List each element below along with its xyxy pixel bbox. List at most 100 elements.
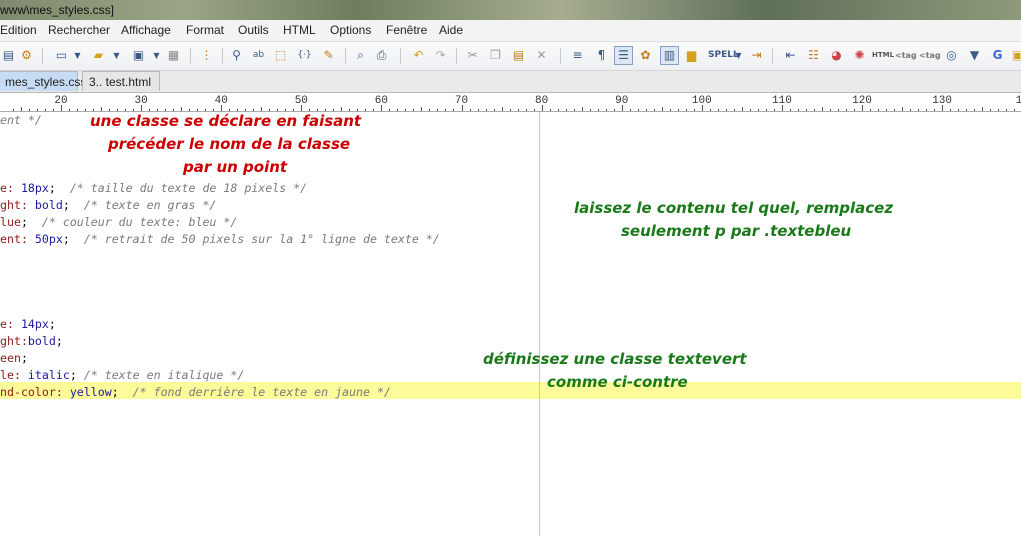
menu-options[interactable]: Options (330, 23, 371, 37)
ruler-tick (61, 105, 62, 111)
print-preview-icon[interactable]: ⌕ (352, 47, 369, 64)
bookmark-icon[interactable]: ✎ (320, 47, 337, 64)
ruler-tick (53, 109, 54, 111)
lock-icon[interactable]: ▆ (683, 47, 700, 64)
ruler-label: 14 (1015, 95, 1021, 107)
code-line[interactable]: ght: bold; /* texte en gras */ (0, 197, 216, 214)
show-spaces-icon[interactable]: ☰ (614, 46, 633, 65)
ruler-tick (245, 109, 246, 111)
code-line[interactable]: lue; /* couleur du texte: bleu */ (0, 214, 237, 231)
menu-fenetre[interactable]: Fenêtre (386, 23, 427, 37)
print-icon[interactable]: ⎙ (373, 47, 390, 64)
annotation-replace-line-2: seulement p par .textebleu (621, 222, 852, 240)
list-icon[interactable]: ☷ (805, 47, 822, 64)
gears-icon[interactable]: ⚙ (18, 47, 35, 64)
redo-icon[interactable]: ↷ (432, 47, 449, 64)
code-line[interactable]: ent: 50px; /* retrait de 50 pixels sur l… (0, 231, 440, 248)
ruler-tick (998, 109, 999, 111)
save-all-icon[interactable]: ▦ (165, 47, 182, 64)
ruler-tick (277, 109, 278, 111)
google-icon[interactable]: G (989, 47, 1006, 64)
ruler-tick (133, 109, 134, 111)
ruler-tick (526, 109, 527, 111)
tab-label: mes_styles.css (5, 75, 87, 89)
ruler-tick (373, 109, 374, 111)
code-line[interactable]: e: 18px; /* taille du texte de 18 pixels… (0, 180, 307, 197)
ruler-tick (886, 109, 887, 111)
menu-format[interactable]: Format (186, 23, 224, 37)
code-token: ent: (0, 232, 35, 246)
paste-icon[interactable]: ▤ (510, 47, 527, 64)
filter-icon[interactable]: ▼ (966, 47, 983, 64)
arrow-icon[interactable]: ⇥ (748, 47, 765, 64)
ruler-tick (846, 109, 847, 111)
brackets-icon[interactable]: {·} (296, 47, 313, 64)
find-files-icon[interactable]: ⬚ (272, 47, 289, 64)
menu-affichage[interactable]: Affichage (121, 23, 171, 37)
menu-html[interactable]: HTML (283, 23, 316, 37)
menu-rechercher[interactable]: Rechercher (48, 23, 110, 37)
code-token: /* taille du texte de 18 pixels */ (69, 181, 308, 195)
toolbar-separator (222, 48, 223, 64)
menu-aide[interactable]: Aide (439, 23, 463, 37)
spell-icon[interactable]: SPELL (708, 47, 739, 64)
word-wrap-icon[interactable]: ≡ (569, 47, 586, 64)
ruler-tick (606, 109, 607, 111)
tags-icon[interactable]: ✿ (637, 47, 654, 64)
pilcrow-icon[interactable]: ¶ (593, 47, 610, 64)
code-token: /* couleur du texte: bleu */ (41, 215, 238, 229)
ruler-tick (421, 107, 422, 111)
code-line[interactable]: ent */ (0, 112, 42, 129)
ruler-tick (966, 109, 967, 111)
open-folder-icon[interactable]: ▰ (90, 47, 107, 64)
title-bar: www\mes_styles.css] (0, 0, 1021, 20)
ruler-tick (117, 109, 118, 111)
open-dropdown-icon[interactable]: ▼ (108, 47, 125, 64)
search-icon[interactable]: ⚲ (228, 47, 245, 64)
annotation-class-line-1: une classe se déclare en faisant (90, 112, 362, 130)
code-line[interactable]: nd-color: yellow; /* fond derrière le te… (0, 384, 391, 401)
char-map-icon[interactable]: ✺ (851, 47, 868, 64)
delete-icon[interactable]: ✕ (533, 47, 550, 64)
code-line[interactable]: e: 14px; (0, 316, 56, 333)
tab-test-html[interactable]: 3.. test.html (82, 71, 160, 91)
tab-mes-styles[interactable]: mes_styles.css (0, 71, 86, 91)
undo-icon[interactable]: ↶ (410, 47, 427, 64)
ruler-tick (742, 107, 743, 111)
code-line[interactable]: le: italic; /* texte en italique */ (0, 367, 244, 384)
ruler-tick (77, 109, 78, 111)
spell-dropdown-icon[interactable]: ▼ (730, 47, 747, 64)
tag-close-icon[interactable]: <tag (919, 47, 941, 64)
globe-icon[interactable]: ◎ (943, 47, 960, 64)
ruler-tick (766, 109, 767, 111)
annotation-class-line-2: précéder le nom de la classe (108, 135, 351, 153)
menu-outils[interactable]: Outils (238, 23, 269, 37)
cut-icon[interactable]: ✂ (464, 47, 481, 64)
document-icon[interactable]: ▤ (0, 47, 17, 64)
save-dropdown-icon[interactable]: ▼ (148, 47, 165, 64)
right-margin-line (539, 112, 540, 536)
code-token: le: (0, 368, 28, 382)
toolbar: ▤ ⚙ ▭ ▼ ▰ ▼ ▣ ▼ ▦ ⋮ ⚲ ab ⬚ {·} ✎ ⌕ ⎙ ↶ ↷… (0, 42, 1021, 71)
code-token: ; (48, 317, 56, 331)
tree-icon[interactable]: ⋮ (198, 47, 215, 64)
column-mode-icon[interactable]: ▥ (660, 46, 679, 65)
color-picker-icon[interactable]: ◕ (828, 47, 845, 64)
code-line[interactable]: ght:bold; (0, 333, 63, 350)
new-dropdown-icon[interactable]: ▼ (69, 47, 86, 64)
save-icon[interactable]: ▣ (130, 47, 147, 64)
more-icon[interactable]: ▣ (1009, 47, 1021, 64)
tag-icon[interactable]: <tag (895, 47, 917, 64)
ruler-tick (13, 109, 14, 111)
code-line[interactable]: een; (0, 350, 28, 367)
ruler-tick (510, 109, 511, 111)
menu-edition[interactable]: Edition (0, 23, 37, 37)
copy-icon[interactable]: ❐ (487, 47, 504, 64)
toolbar-separator (345, 48, 346, 64)
editor[interactable]: ent */ e: 18px; /* taille du texte de 18 … (0, 112, 1021, 536)
new-file-icon[interactable]: ▭ (53, 47, 70, 64)
ruler-tick (582, 107, 583, 111)
indent-icon[interactable]: ⇤ (782, 47, 799, 64)
replace-icon[interactable]: ab (250, 47, 267, 64)
html-text-icon[interactable]: HTML (872, 47, 894, 64)
